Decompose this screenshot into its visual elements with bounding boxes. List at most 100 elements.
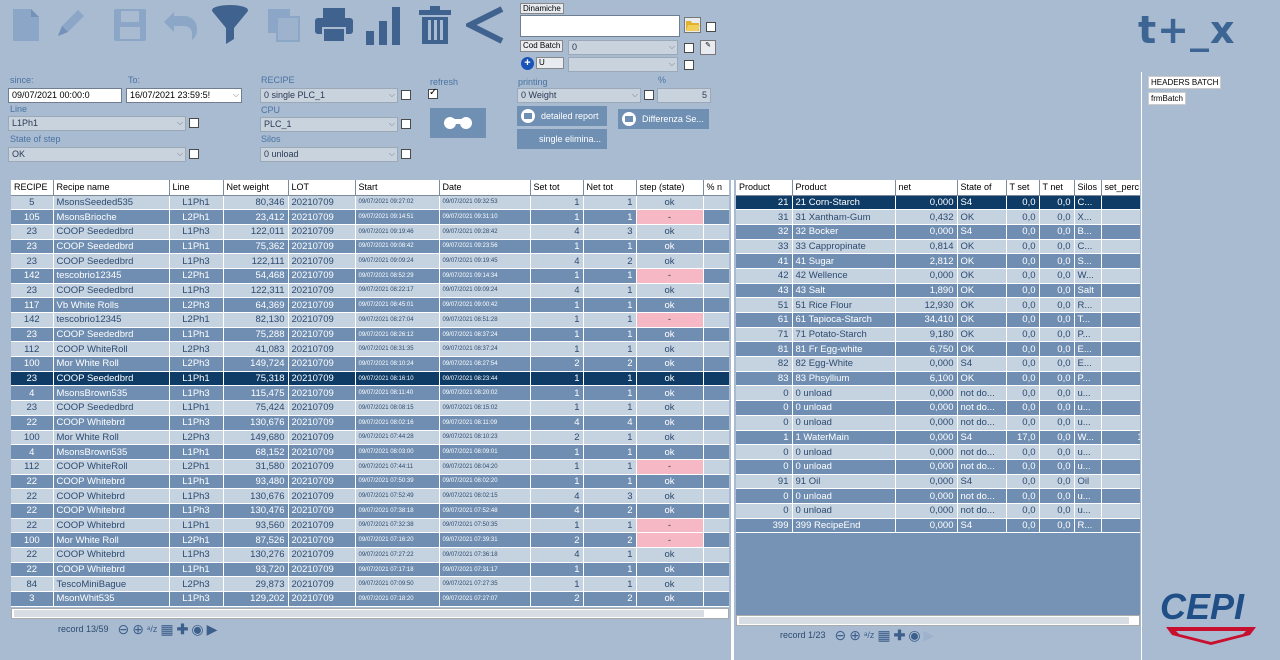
edit-button[interactable] [50,0,90,50]
recipe-checkbox[interactable] [401,90,411,100]
table-row[interactable]: 100 Mor White Roll L2Ph3 149,724 20210709 09/… [11,356,729,372]
refresh-button[interactable] [430,108,486,138]
silos-select[interactable]: 0 unload ⌵ [260,147,398,162]
new-document-button[interactable] [2,0,50,50]
table-row[interactable]: 22 COOP Whitebrd L1Ph3 130,676 20210709 09/07… [11,488,729,504]
window-controls[interactable]: t+_x [1138,8,1236,52]
table-row[interactable]: 117 Vb White Rolls L2Ph3 64,369 20210709 09/0… [11,297,729,313]
zoom-out-icon[interactable]: ⊖ [835,628,847,642]
batch-column-header[interactable]: Net tot [583,180,637,196]
product-column-header[interactable]: Product [736,180,793,196]
table-row[interactable]: 8383 Phsyllium6,100OK0,00,0P...6 [736,371,1140,387]
table-row[interactable]: 142 tescobrio12345 L2Ph1 82,130 20210709 09/0… [11,312,729,328]
zoom-in-icon[interactable]: ⊕ [849,628,861,642]
add-icon[interactable]: ✚ [177,622,189,636]
batch-column-header[interactable]: RECIPE [11,180,54,196]
table-row[interactable]: 2121 Corn-Starch0,000S40,00,0C...0 [736,195,1140,211]
table-row[interactable]: 22 COOP Whitebrd L1Ph1 93,720 20210709 09/07/… [11,562,729,578]
table-row[interactable]: 8181 Fr Egg-white6,750OK0,00,0E...6 [736,341,1140,358]
printing-checkbox[interactable] [644,90,654,100]
print-icon[interactable]: ▦ [160,622,173,636]
since-input[interactable]: 09/07/2021 00:00:0 [8,88,122,103]
table-row[interactable]: 00 unload0,000not do...0,00,0u...0 [736,385,1140,402]
table-row[interactable]: 00 unload0,000not do...0,00,0u...0 [736,459,1140,475]
u-checkbox[interactable] [684,60,694,70]
zoom-in-icon[interactable]: ⊕ [132,622,144,636]
add-u-button[interactable]: + [521,57,534,70]
table-row[interactable]: 00 unload0,000not do...0,00,0u...0 [736,488,1140,504]
table-row[interactable]: 00 unload0,000not do...0,00,0u...0 [736,503,1140,519]
batch-column-header[interactable]: Net weight [223,180,289,196]
table-row[interactable]: 22 COOP Whitebrd L1Ph3 130,676 20210709 09/07… [11,415,729,431]
share-button[interactable] [462,0,510,50]
table-row[interactable]: 22 COOP Whitebrd L1Ph3 130,476 20210709 09/07… [11,503,729,519]
table-row[interactable]: 22 COOP Whitebrd L1Ph1 93,480 20210709 09/07/… [11,474,729,490]
table-row[interactable]: 7171 Potato-Starch9,180OK0,00,0P...9 [736,327,1140,343]
zoom-out-icon[interactable]: ⊖ [118,622,130,636]
state-select[interactable]: OK ⌵ [8,147,186,162]
table-row[interactable]: 22 COOP Whitebrd L1Ph3 130,276 20210709 09/07… [11,547,729,563]
table-row[interactable]: 105 MsonsBrioche L2Ph1 23,412 20210709 09/07/… [11,209,729,225]
table-row[interactable]: 6161 Tapioca-Starch34,410OK0,00,0T...34 [736,312,1140,328]
cpu-select[interactable]: PLC_1 ⌵ [260,117,398,132]
silos-checkbox[interactable] [401,149,411,159]
line-select[interactable]: L1Ph1 ⌵ [8,116,186,131]
single-elimina-button[interactable]: single elimina... [517,129,607,149]
view-icon[interactable]: ◉ [191,622,203,636]
dinamiche-input[interactable] [520,15,680,37]
batch-column-header[interactable]: LOT [288,180,356,196]
sort-az-icon[interactable]: ᵃ/z [864,628,874,642]
batch-column-header[interactable]: Set tot [530,180,584,196]
table-row[interactable]: 5 MsonsSeeded535 L1Ph1 80,346 20210709 09/07/… [11,195,729,211]
table-row[interactable]: 4141 Sugar2,812OK0,00,0S...2 [736,253,1140,269]
print-button[interactable] [310,0,358,50]
chart-button[interactable] [360,0,408,50]
table-row[interactable]: 4343 Salt1,890OK0,00,0Salt1 [736,283,1140,299]
product-column-header[interactable]: T net [1039,180,1075,196]
left-scroll-thumb[interactable] [14,610,704,617]
product-column-header[interactable]: Silos [1074,180,1102,196]
table-row[interactable]: 22 COOP Whitebrd L1Ph1 93,560 20210709 09/07/… [11,518,729,534]
right-scroll-track[interactable] [736,615,1140,626]
undo-button[interactable] [156,0,204,50]
line-checkbox[interactable] [189,118,199,128]
table-row[interactable]: 84 TescoMiniBague L2Ph3 29,873 20210709 09/07… [11,576,729,593]
table-row[interactable]: 23 COOP Seededbrd L1Ph3 122,311 20210709 09/0… [11,283,729,299]
batch-column-header[interactable]: step (state) [636,180,704,196]
table-row[interactable]: 100 Mor White Roll L2Ph3 149,680 20210709 09/… [11,430,729,446]
state-checkbox[interactable] [189,149,199,159]
print-icon[interactable]: ▦ [877,628,890,642]
product-column-header[interactable]: net [895,180,958,196]
open-folder-button[interactable] [684,17,701,33]
table-row[interactable]: 23 COOP Seededbrd L1Ph3 122,111 20210709 09/0… [11,253,729,269]
product-column-header[interactable]: set_perc [1101,180,1140,196]
next-icon[interactable]: ▶ [207,622,218,636]
add-icon[interactable]: ✚ [894,628,906,642]
table-row[interactable]: 4242 Wellence0,000OK0,00,0W...0 [736,268,1140,284]
differenza-button[interactable]: Differenza Se... [618,109,709,129]
table-row[interactable]: 11 WaterMain0,000S417,00,0W...116 [736,430,1140,446]
product-column-header[interactable]: T set [1006,180,1040,196]
table-row[interactable]: 23 COOP Seededbrd L1Ph1 75,424 20210709 09/07… [11,400,729,416]
copy-button[interactable] [260,0,308,50]
product-column-header[interactable]: Product [792,180,896,196]
product-column-header[interactable]: State of [957,180,1007,196]
table-row[interactable]: 112 COOP WhiteRoll L2Ph1 31,580 20210709 09/0… [11,459,729,475]
detailed-report-button[interactable]: detailed report [517,106,607,126]
right-scroll-thumb[interactable] [739,617,1129,624]
batch-column-header[interactable]: % n [703,180,729,196]
delete-button[interactable] [411,0,459,50]
table-row[interactable]: 5151 Rice Flour12,930OK0,00,0R...12 [736,297,1140,313]
cod-batch-select[interactable]: 0 ⌵ [568,40,678,55]
table-row[interactable]: 142 tescobrio12345 L2Ph1 54,468 20210709 09/0… [11,268,729,284]
filter-button[interactable] [206,0,254,50]
table-row[interactable]: 4 MsonsBrown535 L1Ph3 115,475 20210709 09/07/… [11,385,729,402]
table-row[interactable]: 3131 Xantham-Gum0,432OK0,00,0X...0 [736,209,1140,225]
batch-column-header[interactable]: Date [439,180,531,196]
table-row[interactable]: 3 MsonWhit535 L1Ph3 129,202 20210709 09/07/20… [11,591,729,607]
cod-batch-checkbox[interactable] [684,43,694,53]
batch-column-header[interactable]: Recipe name [53,180,170,196]
u-select[interactable]: ⌵ [568,57,678,72]
table-row[interactable]: 23 COOP Seededbrd L1Ph1 75,318 20210709 09/07… [11,371,729,387]
table-row[interactable]: 4 MsonsBrown535 L1Ph1 68,152 20210709 09/07/2… [11,444,729,460]
